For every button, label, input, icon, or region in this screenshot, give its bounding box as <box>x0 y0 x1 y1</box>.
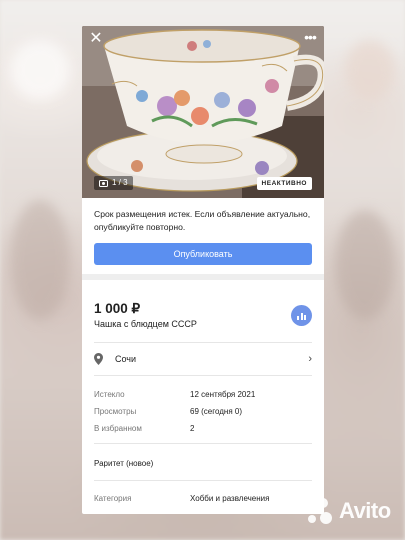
detail-label: В избранном <box>94 424 142 433</box>
detail-row: Истекло 12 сентября 2021 <box>94 386 312 403</box>
detail-value: 12 сентября 2021 <box>190 390 256 399</box>
background-blur-spot <box>10 200 70 320</box>
location-pin-icon <box>94 353 103 365</box>
close-icon[interactable]: ✕ <box>88 31 104 47</box>
publish-button[interactable]: Опубликовать <box>94 243 312 265</box>
category-label: Категория <box>94 494 132 503</box>
detail-row: В избранном 2 <box>94 420 312 437</box>
detail-row: Просмотры 69 (сегодня 0) <box>94 403 312 420</box>
location-row[interactable]: Сочи › <box>82 343 324 375</box>
item-title: Чашка с блюдцем СССР <box>94 319 197 329</box>
photo-counter-text: 1 / 3 <box>112 178 128 187</box>
watermark-text: Avito <box>339 498 391 523</box>
photo-counter: 1 / 3 <box>94 176 133 190</box>
chevron-right-icon: › <box>308 353 312 365</box>
location-text: Сочи <box>115 354 137 364</box>
category-value: Хобби и развлечения <box>190 494 270 503</box>
detail-label: Истекло <box>94 390 125 399</box>
listing-photo[interactable]: ✕ ••• 1 / 3 НЕАКТИВНО <box>82 26 324 198</box>
category-row: Категория Хобби и развлечения <box>94 491 312 506</box>
expired-notice: Срок размещения истек. Если объявление а… <box>82 198 324 265</box>
detail-label: Просмотры <box>94 407 137 416</box>
cup-photo-illustration <box>82 26 324 198</box>
stats-icon[interactable] <box>291 305 312 326</box>
notice-text: Срок размещения истек. Если объявление а… <box>94 209 311 232</box>
background-blur-spot <box>345 40 395 100</box>
status-badge: НЕАКТИВНО <box>256 177 312 190</box>
background-blur-spot <box>10 40 70 100</box>
details-list: Истекло 12 сентября 2021 Просмотры 69 (с… <box>82 376 324 443</box>
more-icon[interactable]: ••• <box>302 30 318 47</box>
listing-sheet: ✕ ••• 1 / 3 НЕАКТИВНО Срок размещения ис… <box>82 26 324 514</box>
category-block: Категория Хобби и развлечения <box>82 481 324 506</box>
camera-icon <box>99 179 108 187</box>
avito-watermark: Avito <box>302 498 391 524</box>
detail-value: 2 <box>190 424 195 433</box>
avito-logo-icon <box>302 498 336 524</box>
background-blur-spot <box>335 210 395 320</box>
price: 1 000 ₽ <box>94 301 141 316</box>
condition-text: Раритет (новое) <box>94 459 154 468</box>
price-block: 1 000 ₽ Чашка с блюдцем СССР <box>82 280 324 342</box>
detail-value: 69 (сегодня 0) <box>190 407 243 416</box>
